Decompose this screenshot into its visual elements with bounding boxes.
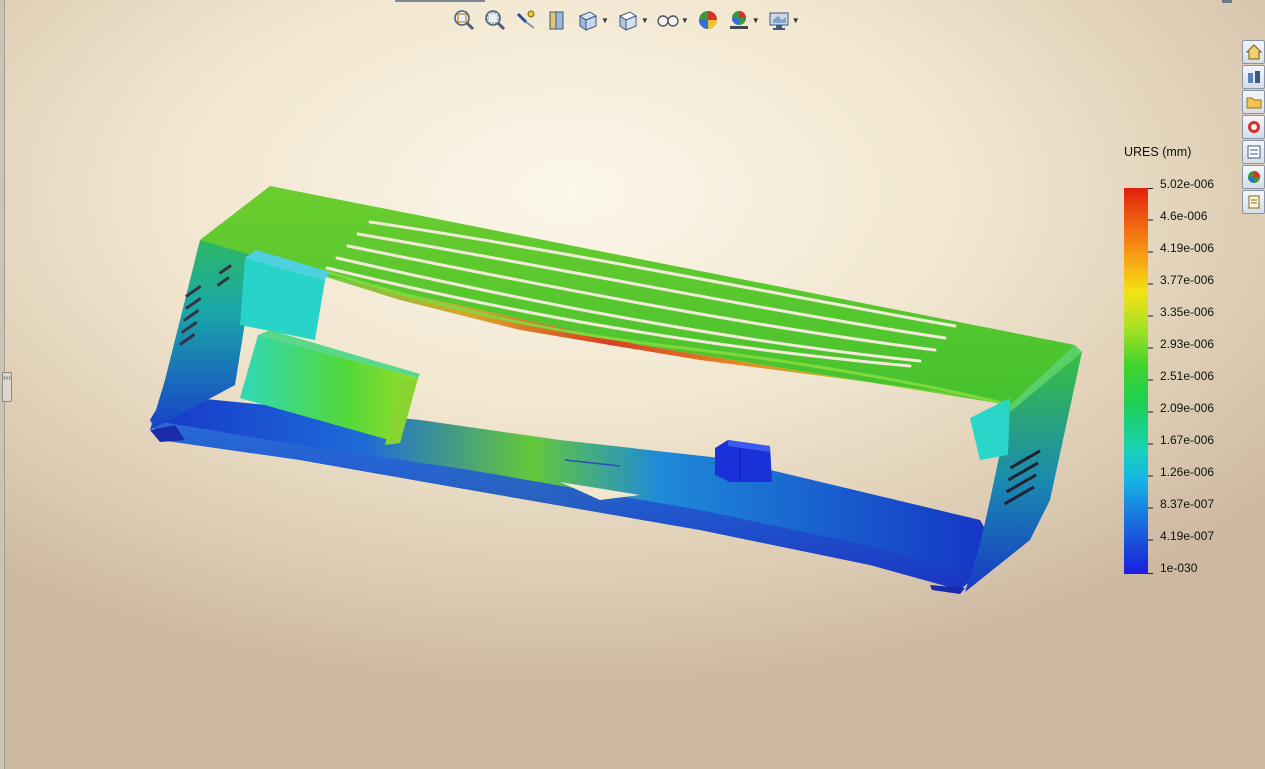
- legend-label: 2.51e-006: [1160, 369, 1215, 383]
- legend-label: 2.09e-006: [1160, 401, 1215, 415]
- legend-label: 3.77e-006: [1160, 273, 1215, 287]
- color-scale-ticks: [1148, 188, 1153, 574]
- fea-model-viewport[interactable]: [0, 0, 1265, 769]
- legend-label: 5.02e-006: [1160, 177, 1215, 191]
- legend-label: 8.37e-007: [1160, 497, 1215, 511]
- legend-label: 1.26e-006: [1160, 465, 1215, 479]
- legend-title: URES (mm): [1124, 145, 1192, 159]
- legend-label: 4.19e-007: [1160, 529, 1215, 543]
- right-bracket: [970, 398, 1010, 460]
- legend-label: 4.19e-006: [1160, 241, 1215, 255]
- legend-label: 4.6e-006: [1160, 209, 1208, 223]
- legend-label: 2.93e-006: [1160, 337, 1215, 351]
- legend-label: 3.35e-006: [1160, 305, 1215, 319]
- legend-label: 1e-030: [1160, 561, 1198, 575]
- color-scale-bar: [1124, 188, 1148, 574]
- legend-label: 1.67e-006: [1160, 433, 1215, 447]
